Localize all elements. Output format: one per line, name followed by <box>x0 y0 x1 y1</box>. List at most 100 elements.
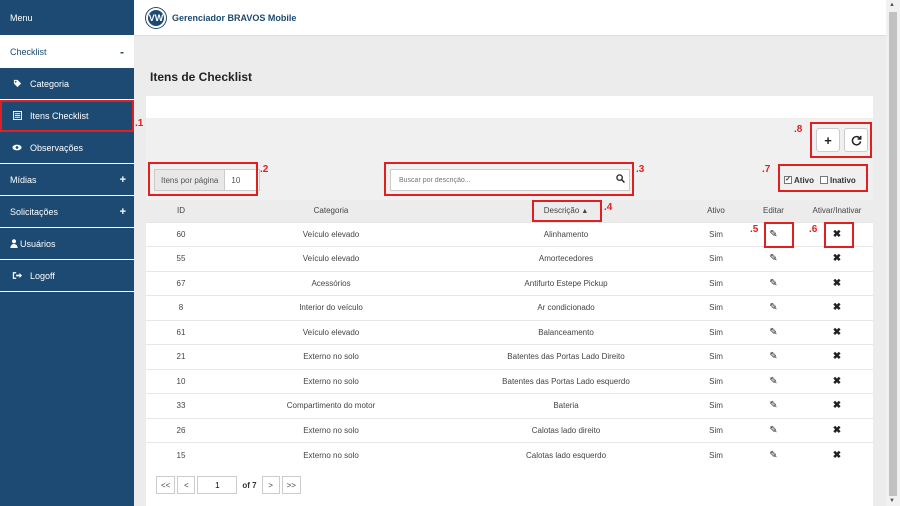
first-page-button[interactable]: << <box>156 476 176 494</box>
next-page-button[interactable]: > <box>261 476 280 494</box>
cell-id: 55 <box>146 246 216 271</box>
deactivate-x-icon[interactable]: ✖ <box>833 400 841 411</box>
annotation-8: .8 <box>794 124 803 135</box>
cell-ativar-inativar: ✖ <box>801 246 873 271</box>
items-per-page-input[interactable] <box>225 170 260 190</box>
edit-pencil-icon[interactable]: ✎ <box>769 351 777 362</box>
table-row: 10 Externo no solo Batentes das Portas Lad… <box>146 368 873 394</box>
table-row: 60 Veículo elevado Alinhamento Sim ✎ ✖ <box>146 221 873 247</box>
sidebar-item-midias[interactable]: Mídias + <box>0 164 134 196</box>
sidebar-item-label: Usuários <box>20 238 56 249</box>
refresh-button[interactable] <box>844 128 868 152</box>
deactivate-x-icon[interactable]: ✖ <box>833 229 841 240</box>
last-page-button[interactable]: >> <box>281 476 301 494</box>
pagination: << < of 7 > >> <box>156 476 301 494</box>
scrollbar-thumb[interactable] <box>889 12 897 496</box>
logout-icon <box>10 271 24 280</box>
items-per-page: Itens por página <box>154 169 261 191</box>
edit-pencil-icon[interactable]: ✎ <box>769 278 777 289</box>
refresh-icon <box>851 135 861 145</box>
cell-descricao: Balanceamento <box>446 319 686 345</box>
edit-pencil-icon[interactable]: ✎ <box>769 400 777 411</box>
cell-editar: ✎ <box>746 344 801 369</box>
search-icon[interactable] <box>611 174 629 186</box>
sidebar-item-categoria[interactable]: Categoria <box>0 68 134 100</box>
cell-id: 61 <box>146 319 216 345</box>
table-row: 26 Externo no solo Calotas lado direito Sim… <box>146 417 873 443</box>
cell-ativar-inativar: ✖ <box>801 393 873 418</box>
cell-ativar-inativar: ✖ <box>801 344 873 369</box>
edit-pencil-icon[interactable]: ✎ <box>769 253 777 264</box>
edit-pencil-icon[interactable]: ✎ <box>769 425 777 436</box>
cell-categoria: Veículo elevado <box>216 319 446 345</box>
sidebar-item-checklist[interactable]: Checklist - <box>0 36 134 68</box>
col-header-ativar-inativar: Ativar/Inativar <box>812 206 862 216</box>
deactivate-x-icon[interactable]: ✖ <box>833 327 841 338</box>
cell-editar: ✎ <box>746 295 801 320</box>
search-input[interactable] <box>391 176 611 184</box>
deactivate-x-icon[interactable]: ✖ <box>833 450 841 461</box>
table-row: 61 Veículo elevado Balanceamento Sim ✎ ✖ <box>146 319 873 345</box>
table-row: 21 Externo no solo Batentes das Portas Lad… <box>146 344 873 369</box>
deactivate-x-icon[interactable]: ✖ <box>833 302 841 313</box>
col-header-categoria[interactable]: Categoria <box>216 200 446 222</box>
filter-active-checkbox[interactable]: ✓ Ativo <box>784 176 814 185</box>
cell-editar: ✎ <box>746 368 801 394</box>
edit-pencil-icon[interactable]: ✎ <box>769 327 777 338</box>
table-row: 8 Interior do veículo Ar condicionado Sim ✎ ✖ <box>146 295 873 320</box>
cell-ativar-inativar: ✖ <box>801 442 873 467</box>
cell-categoria: Externo no solo <box>216 417 446 443</box>
sidebar-item-itens-checklist[interactable]: Itens Checklist <box>0 100 134 132</box>
sidebar-item-label: Observações <box>30 142 84 153</box>
annotation-6: .6 <box>809 224 818 235</box>
deactivate-x-icon[interactable]: ✖ <box>833 278 841 289</box>
annotation-3: .3 <box>636 164 645 175</box>
checklist-table: ID Categoria Descrição ▲ Ativo Editar Ati… <box>146 200 873 467</box>
expand-icon[interactable]: + <box>120 174 126 186</box>
sidebar-item-usuarios[interactable]: Usuários <box>0 228 134 260</box>
menu-label: Menu <box>10 12 33 23</box>
scroll-up-icon[interactable]: ▲ <box>889 2 895 8</box>
filter-inactive-checkbox[interactable]: Inativo <box>820 176 856 185</box>
prev-page-button[interactable]: < <box>177 476 196 494</box>
cell-ativo: Sim <box>686 442 746 467</box>
col-header-id[interactable]: ID <box>146 200 216 222</box>
deactivate-x-icon[interactable]: ✖ <box>833 376 841 387</box>
deactivate-x-icon[interactable]: ✖ <box>833 253 841 264</box>
page-count-label: of 7 <box>242 480 257 490</box>
sidebar-item-solicitacoes[interactable]: Solicitações + <box>0 196 134 228</box>
add-button[interactable]: + <box>816 128 840 152</box>
cell-categoria: Veículo elevado <box>216 221 446 247</box>
col-header-descricao[interactable]: Descrição ▲ <box>446 200 686 222</box>
cell-ativo: Sim <box>686 417 746 443</box>
scroll-down-icon[interactable]: ▼ <box>889 498 895 504</box>
edit-pencil-icon[interactable]: ✎ <box>769 450 777 461</box>
cell-descricao: Amortecedores <box>446 246 686 271</box>
table-row: 55 Veículo elevado Amortecedores Sim ✎ ✖ <box>146 246 873 271</box>
user-icon <box>10 239 18 248</box>
expand-icon[interactable]: + <box>120 206 126 218</box>
sidebar-item-observacoes[interactable]: Observações <box>0 132 134 164</box>
cell-ativar-inativar: ✖ <box>801 319 873 345</box>
cell-descricao: Calotas lado esquerdo <box>446 442 686 467</box>
deactivate-x-icon[interactable]: ✖ <box>833 425 841 436</box>
status-filters: ✓ Ativo Inativo <box>784 170 856 190</box>
edit-pencil-icon[interactable]: ✎ <box>769 229 777 240</box>
sidebar-item-label: Categoria <box>30 78 70 89</box>
annotation-1: .1 <box>135 118 144 129</box>
table-header-row: ID Categoria Descrição ▲ Ativo Editar Ati… <box>146 200 873 222</box>
sidebar-item-logoff[interactable]: Logoff <box>0 260 134 292</box>
deactivate-x-icon[interactable]: ✖ <box>833 351 841 362</box>
edit-pencil-icon[interactable]: ✎ <box>769 302 777 313</box>
vertical-scrollbar[interactable]: ▲ ▼ <box>886 0 900 506</box>
page-number-input[interactable] <box>197 476 238 494</box>
cell-id: 21 <box>146 344 216 369</box>
cell-categoria: Externo no solo <box>216 442 446 467</box>
collapse-icon[interactable]: - <box>120 45 124 59</box>
top-bar: VW Gerenciador BRAVOS Mobile <box>134 0 886 36</box>
cell-ativo: Sim <box>686 270 746 296</box>
cell-categoria: Acessórios <box>216 270 446 296</box>
edit-pencil-icon[interactable]: ✎ <box>769 376 777 387</box>
col-header-ativo[interactable]: Ativo <box>686 200 746 222</box>
cell-ativo: Sim <box>686 295 746 320</box>
